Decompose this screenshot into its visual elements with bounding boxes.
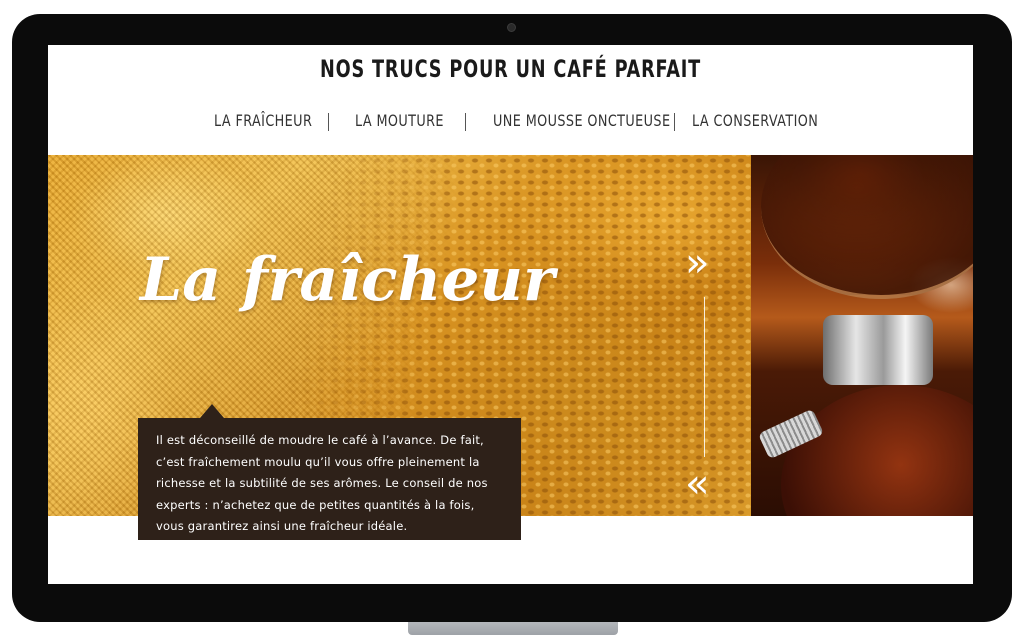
nav-item-fraicheur[interactable]: LA FRAÎCHEUR xyxy=(214,111,312,130)
double-chevron-left-icon[interactable]: « xyxy=(685,464,709,504)
slider-divider-line xyxy=(704,297,705,457)
nav-separator xyxy=(465,113,466,131)
nav-item-mouture[interactable]: LA MOUTURE xyxy=(355,111,444,130)
metal-neck xyxy=(823,315,933,385)
slide-caption-box: Il est déconseillé de moudre le café à l… xyxy=(138,404,521,540)
camera-icon xyxy=(507,23,516,32)
lower-bulb xyxy=(781,385,973,516)
nav-separator xyxy=(674,113,675,131)
nav-item-conservation[interactable]: LA CONSERVATION xyxy=(692,111,818,130)
screen: NOS TRUCS POUR UN CAFÉ PARFAIT LA FRAÎCH… xyxy=(48,45,973,584)
slide-caption-text: Il est déconseillé de moudre le café à l… xyxy=(156,433,488,533)
nav-separator xyxy=(328,113,329,131)
nav-item-mousse[interactable]: UNE MOUSSE ONCTUEUSE xyxy=(493,111,670,130)
double-chevron-right-icon[interactable]: » xyxy=(685,243,709,283)
main-nav: LA FRAÎCHEUR LA MOUTURE UNE MOUSSE ONCTU… xyxy=(48,111,973,135)
page-title: NOS TRUCS POUR UN CAFÉ PARFAIT xyxy=(319,55,702,83)
slide-heading: La fraîcheur xyxy=(140,245,555,315)
coffee-maker-photo xyxy=(751,155,973,516)
glass-flask xyxy=(761,155,973,299)
